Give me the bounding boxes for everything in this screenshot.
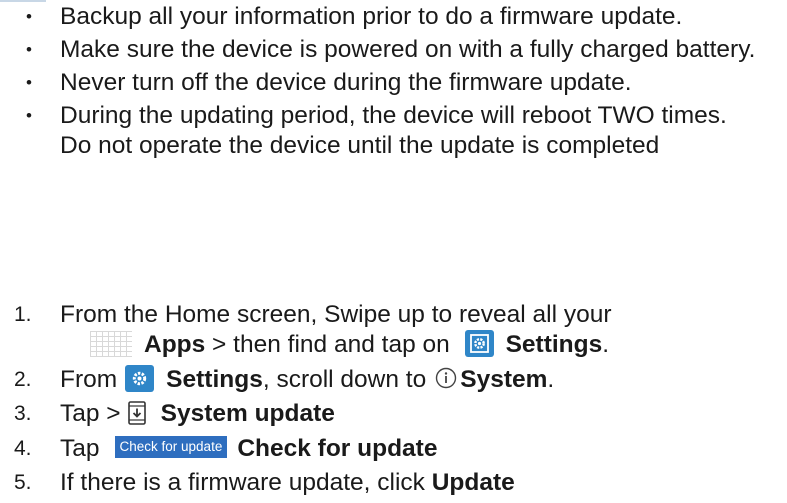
step-text: . — [602, 331, 610, 358]
step-text: Tap — [60, 434, 100, 462]
settings-label: Settings — [505, 331, 603, 358]
system-update-label: System update — [160, 400, 335, 427]
check-for-update-button: Check for update — [114, 436, 228, 459]
step-text: From the Home screen, Swipe up to reveal… — [60, 301, 612, 328]
step-text: If there is a firmware update, click — [60, 469, 432, 496]
step-text: . — [547, 365, 555, 393]
bullet-dot: • — [26, 7, 32, 26]
step-number: 1. — [14, 303, 32, 326]
settings-label: Settings — [166, 365, 263, 393]
step-text: Tap > — [60, 400, 121, 427]
bullet-dot: • — [26, 40, 32, 59]
step-3: 3. Tap > System update — [0, 399, 787, 429]
step-1: 1. From the Home screen, Swipe up to rev… — [0, 300, 787, 360]
precaution-text: During the updating period, the device w… — [60, 102, 727, 159]
precaution-text: Never turn off the device during the fir… — [60, 69, 632, 96]
step-text: , scroll down to — [262, 365, 427, 393]
update-steps: 1. From the Home screen, Swipe up to rev… — [0, 300, 787, 503]
settings-gear-icon — [125, 364, 155, 392]
step-number: 3. — [14, 402, 32, 425]
precaution-item: • Backup all your information prior to d… — [0, 2, 760, 32]
update-label: Update — [431, 469, 515, 496]
step-2: 2. From Settings, scroll down to System. — [0, 364, 787, 395]
step-text: From — [60, 365, 118, 393]
precautions-list: • Backup all your information prior to d… — [0, 2, 787, 164]
precaution-text: Make sure the device is powered on with … — [60, 36, 756, 63]
precaution-text: Backup all your information prior to do … — [60, 3, 683, 30]
system-update-icon — [126, 400, 148, 426]
precaution-item: • Never turn off the device during the f… — [0, 68, 760, 98]
apps-grid-icon — [90, 330, 132, 357]
settings-gear-icon — [464, 330, 494, 358]
instructions-page: • Backup all your information prior to d… — [0, 0, 787, 496]
apps-label: Apps — [144, 331, 206, 358]
step-4: 4. Tap Check for update Check for update — [0, 434, 787, 464]
precaution-item: • During the updating period, the device… — [0, 101, 760, 161]
info-circle-icon — [435, 367, 457, 389]
bullet-dot: • — [26, 106, 32, 125]
step-text: > then find and tap on — [205, 331, 457, 358]
step-number: 4. — [14, 436, 32, 460]
check-for-update-label: Check for update — [237, 434, 438, 462]
precaution-item: • Make sure the device is powered on wit… — [0, 35, 760, 65]
bullet-dot: • — [26, 73, 32, 92]
step-number: 2. — [14, 367, 32, 391]
system-label: System — [460, 365, 548, 393]
step-continuation: Apps > then find and tap on Settings. — [60, 330, 787, 360]
